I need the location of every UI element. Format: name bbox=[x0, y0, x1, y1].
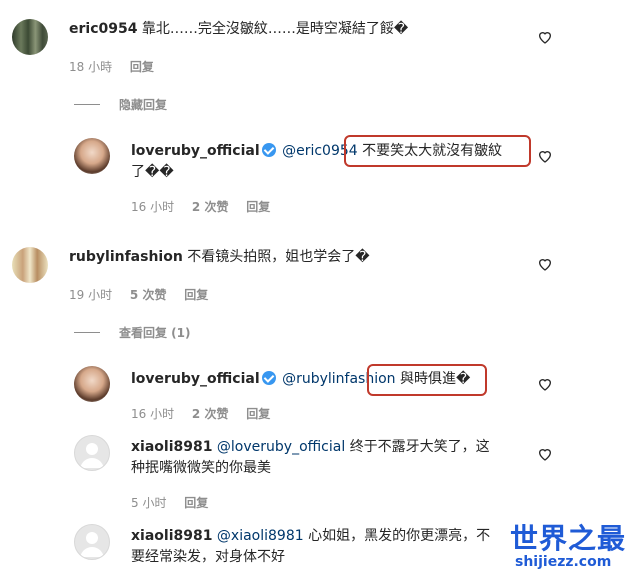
comment-rubylinfashion: rubylinfashion 不看镜头拍照，姐也学会了� bbox=[69, 247, 539, 268]
heart-icon[interactable] bbox=[537, 256, 553, 272]
comment-meta: 5 小时 回复 bbox=[131, 494, 222, 511]
reply-xiaoli-2: xiaoli8981 @xiaoli8981 心如姐，黑发的你更漂亮，不 要经常… bbox=[131, 526, 531, 568]
heart-icon[interactable] bbox=[537, 376, 553, 392]
comment-text: 终于不露牙大笑了，这 bbox=[349, 439, 490, 455]
username[interactable]: xiaoli8981 bbox=[131, 528, 212, 544]
time: 5 小时 bbox=[131, 496, 167, 510]
verified-icon bbox=[261, 371, 276, 385]
time: 18 小時 bbox=[69, 60, 113, 74]
view-replies-link[interactable]: 查看回复 (1) bbox=[119, 324, 191, 341]
divider-line bbox=[74, 104, 100, 105]
comment-text-line2: 要经常染发，对身体不好 bbox=[131, 549, 285, 565]
avatar-xiaoli8981[interactable] bbox=[74, 524, 110, 560]
reply-button[interactable]: 回复 bbox=[184, 288, 208, 302]
comment-meta: 16 小时 2 次赞 回复 bbox=[131, 198, 284, 215]
username[interactable]: xiaoli8981 bbox=[131, 439, 212, 455]
highlight-box bbox=[367, 364, 487, 396]
time: 16 小时 bbox=[131, 407, 175, 421]
divider-line bbox=[74, 332, 100, 333]
reply-button[interactable]: 回复 bbox=[184, 496, 208, 510]
watermark-url: shijiezz.com bbox=[515, 554, 612, 570]
default-avatar-icon bbox=[80, 443, 104, 468]
reply-button[interactable]: 回复 bbox=[246, 200, 270, 214]
likes-count[interactable]: 5 次赞 bbox=[130, 288, 167, 302]
comment-text-line2: 种抿嘴微微笑的你最美 bbox=[131, 460, 271, 476]
avatar-loveruby-official[interactable] bbox=[74, 138, 110, 174]
mention-link[interactable]: @loveruby_official bbox=[217, 439, 345, 455]
username[interactable]: eric0954 bbox=[69, 21, 137, 37]
heart-icon[interactable] bbox=[537, 446, 553, 462]
avatar-eric0954[interactable] bbox=[12, 19, 48, 55]
comment-eric0954: eric0954 靠北……完全沒皺紋……是時空凝結了餒�️ bbox=[69, 19, 539, 40]
username[interactable]: loveruby_official bbox=[131, 143, 260, 159]
comment-text: 靠北……完全沒皺紋……是時空凝結了餒�️ bbox=[141, 21, 409, 37]
watermark-logo: 世界之最 bbox=[510, 522, 627, 555]
comment-meta: 19 小时 5 次赞 回复 bbox=[69, 286, 222, 303]
username[interactable]: loveruby_official bbox=[131, 371, 260, 387]
comment-meta: 16 小时 2 次赞 回复 bbox=[131, 405, 284, 422]
verified-icon bbox=[261, 143, 276, 157]
time: 19 小时 bbox=[69, 288, 113, 302]
time: 16 小时 bbox=[131, 200, 175, 214]
likes-count[interactable]: 2 次赞 bbox=[192, 407, 229, 421]
likes-count[interactable]: 2 次赞 bbox=[192, 200, 229, 214]
hide-replies-link[interactable]: 隐藏回复 bbox=[119, 96, 167, 113]
reply-button[interactable]: 回复 bbox=[130, 60, 154, 74]
heart-icon[interactable] bbox=[537, 148, 553, 164]
avatar-xiaoli8981[interactable] bbox=[74, 435, 110, 471]
comment-text: 心如姐，黑发的你更漂亮，不 bbox=[308, 528, 491, 544]
avatar-loveruby-official[interactable] bbox=[74, 366, 110, 402]
avatar-rubylinfashion[interactable] bbox=[12, 247, 48, 283]
heart-icon[interactable] bbox=[537, 29, 553, 45]
username[interactable]: rubylinfashion bbox=[69, 249, 183, 265]
comment-text: 不看镜头拍照，姐也学会了� bbox=[187, 249, 370, 265]
default-avatar-icon bbox=[80, 532, 104, 557]
reply-xiaoli-1: xiaoli8981 @loveruby_official 终于不露牙大笑了，这… bbox=[131, 437, 531, 479]
comment-meta: 18 小時 回复 bbox=[69, 58, 168, 75]
mention-link[interactable]: @xiaoli8981 bbox=[217, 528, 304, 544]
reply-button[interactable]: 回复 bbox=[246, 407, 270, 421]
highlight-box bbox=[344, 135, 531, 167]
